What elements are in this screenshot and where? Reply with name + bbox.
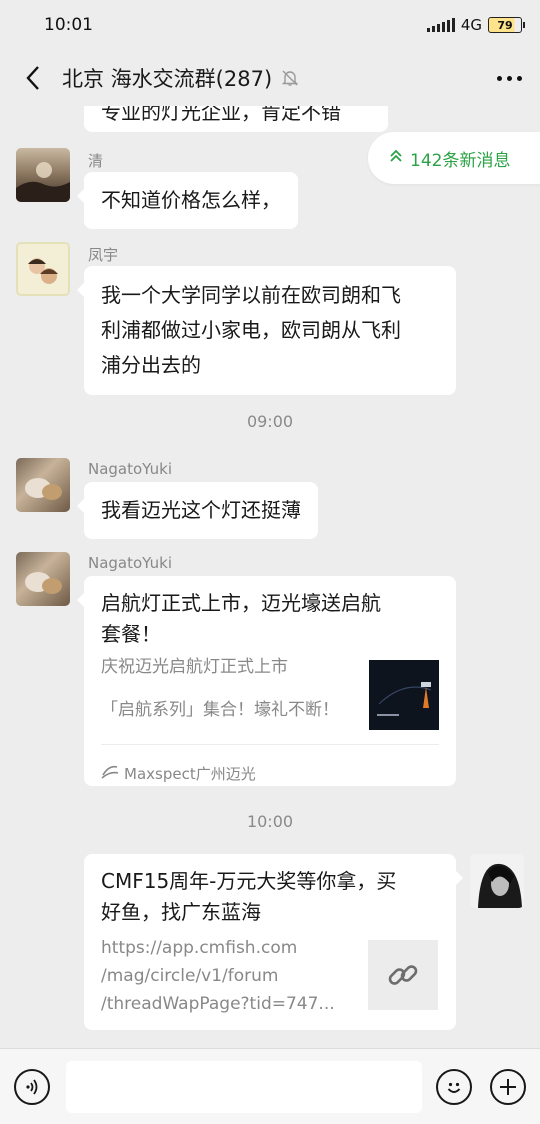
time-separator: 09:00 xyxy=(246,412,294,431)
card-title-line: 好鱼，找广东蓝海 xyxy=(101,900,261,924)
sender-name: NagatoYuki xyxy=(88,460,172,478)
chat-area[interactable]: 专业的灯光企业，肯定不错 清 不知道价格怎么样， 凤宇 我一个大学同学以前在欧司… xyxy=(0,106,540,1048)
sender-name: 清 xyxy=(88,152,104,170)
card-thumbnail xyxy=(369,660,439,730)
message-text: 专业的灯光企业，肯定不错 xyxy=(101,106,341,124)
mute-bell-icon xyxy=(280,68,300,88)
card-url-line: /threadWapPage?tid=747... xyxy=(101,994,335,1014)
status-time: 10:01 xyxy=(44,15,93,35)
more-options-icon[interactable] xyxy=(497,75,522,81)
sender-name: 凤宇 xyxy=(88,246,119,264)
new-messages-count: 142条新消息 xyxy=(410,150,511,171)
avatar[interactable] xyxy=(16,458,70,512)
message-bubble-partial[interactable]: 专业的灯光企业，肯定不错 xyxy=(84,106,388,132)
battery-level: 79 xyxy=(497,18,513,32)
message-text: 不知道价格怎么样， xyxy=(101,188,281,212)
card-title-line: 启航灯正式上市，迈光壕送启航 xyxy=(101,591,381,615)
chat-title: 北京 海水交流群(287) xyxy=(62,67,273,91)
avatar[interactable] xyxy=(16,242,70,296)
status-bar: 10:01 4G 79 xyxy=(0,0,540,50)
card-description: 「启航系列」集合！壕礼不断！ xyxy=(101,700,339,720)
card-title-line: CMF15周年-万元大奖等你拿，买 xyxy=(101,869,397,893)
message-input[interactable] xyxy=(66,1060,422,1113)
chat-header: 北京 海水交流群(287) xyxy=(0,50,540,106)
double-chevron-up-icon xyxy=(390,148,402,168)
plus-icon[interactable] xyxy=(490,1068,526,1105)
avatar[interactable] xyxy=(16,148,70,202)
message-bubble[interactable]: 我看迈光这个灯还挺薄 xyxy=(77,482,318,539)
emoji-icon[interactable] xyxy=(436,1068,472,1105)
message-bubble[interactable]: 不知道价格怎么样， xyxy=(77,172,298,229)
card-source-name: Maxspect广州迈光 xyxy=(124,765,256,783)
card-description: 庆祝迈光启航灯正式上市 xyxy=(101,657,288,677)
message-text-line: 浦分出去的 xyxy=(101,353,201,377)
link-card[interactable]: CMF15周年-万元大奖等你拿，买 好鱼，找广东蓝海 https://app.c… xyxy=(84,854,463,1030)
card-url-line: https://app.cmfish.com xyxy=(101,938,298,958)
status-icons: 4G 79 xyxy=(426,16,525,34)
link-card[interactable]: 启航灯正式上市，迈光壕送启航 套餐！ 庆祝迈光启航灯正式上市 「启航系列」集合！… xyxy=(77,576,456,786)
sender-name: NagatoYuki xyxy=(88,554,172,572)
message-text: 我看迈光这个灯还挺薄 xyxy=(101,498,301,522)
battery-icon: 79 xyxy=(488,17,525,33)
new-messages-indicator[interactable]: 142条新消息 xyxy=(368,132,540,184)
source-logo-icon xyxy=(101,758,119,791)
avatar[interactable] xyxy=(16,552,70,606)
self-avatar[interactable] xyxy=(470,854,524,908)
signal-icon xyxy=(426,18,455,32)
card-source: Maxspect广州迈光 xyxy=(101,758,256,791)
time-separator: 10:00 xyxy=(246,812,294,831)
link-icon xyxy=(368,940,438,1010)
message-text-line: 我一个大学同学以前在欧司朗和飞 xyxy=(101,283,401,307)
back-arrow-icon[interactable] xyxy=(18,63,48,93)
card-url-line: /mag/circle/v1/forum xyxy=(101,966,279,986)
message-bubble[interactable]: 我一个大学同学以前在欧司朗和飞 利浦都做过小家电，欧司朗从飞利 浦分出去的 xyxy=(77,266,456,395)
voice-icon[interactable] xyxy=(14,1068,50,1105)
card-title-line: 套餐！ xyxy=(101,622,161,646)
input-bar xyxy=(0,1048,540,1124)
message-text-line: 利浦都做过小家电，欧司朗从飞利 xyxy=(101,318,401,342)
network-type: 4G xyxy=(460,16,482,34)
